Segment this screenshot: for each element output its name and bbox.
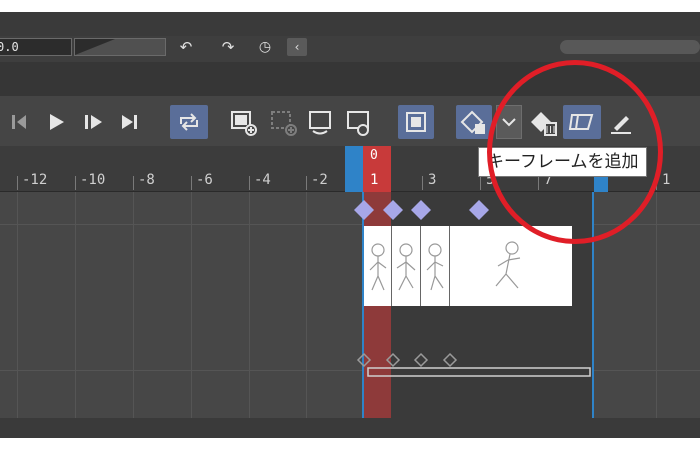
- scrollbar[interactable]: [560, 40, 700, 54]
- playhead-header[interactable]: 0 1: [363, 146, 391, 192]
- keyframe-diamond: [469, 200, 489, 220]
- ruler-tick: [422, 176, 423, 190]
- ruler-tick: [75, 176, 76, 190]
- timeline-window: 0.0 ↶ ↷ ◷ ‹ 0 1 -12 -10 -8 -6 -4 -2 3 5 …: [0, 0, 700, 450]
- time-input-field[interactable]: 0.0: [0, 38, 72, 56]
- ruler-tick: [480, 176, 481, 190]
- timer-icon[interactable]: ◷: [255, 37, 275, 57]
- timeline-footer: [0, 418, 700, 438]
- time-input-value: 0.0: [0, 40, 19, 54]
- range-keyframe-small: [413, 352, 429, 368]
- highlight-circle: [487, 60, 663, 244]
- ruler-tick: [133, 176, 134, 190]
- ruler-label: -6: [196, 172, 213, 188]
- play-icon[interactable]: [44, 110, 68, 134]
- next-frame-icon[interactable]: [82, 110, 106, 134]
- zoom-slider[interactable]: [74, 38, 166, 56]
- thumbnail-frame[interactable]: [392, 226, 421, 306]
- loop-icon[interactable]: [170, 105, 208, 139]
- range-keyframe-small: [442, 352, 458, 368]
- playhead-marker-label: 0: [370, 148, 378, 163]
- blue-marker: [345, 146, 363, 192]
- thumbnail-strip[interactable]: [364, 226, 572, 306]
- range-keyframe-small: [385, 352, 401, 368]
- cel-b-icon[interactable]: [344, 108, 374, 138]
- ruler-label: -12: [22, 172, 48, 188]
- prev-frame-icon[interactable]: [8, 110, 32, 134]
- range-keyframe-small: [356, 352, 372, 368]
- last-frame-icon[interactable]: [118, 110, 142, 134]
- keyframe-diamond: [383, 200, 403, 220]
- ruler-tick: [191, 176, 192, 190]
- ruler-label: 1: [662, 172, 671, 188]
- undo-icon[interactable]: ↶: [176, 38, 196, 56]
- thumbnail-frame[interactable]: [421, 226, 450, 306]
- ruler-label: -4: [254, 172, 271, 188]
- zoom-slider-ramp: [75, 39, 165, 55]
- walking-figure-icon: [396, 243, 416, 291]
- ruler-tick: [306, 176, 307, 190]
- ruler-label: -10: [80, 172, 106, 188]
- ruler-label: -8: [138, 172, 155, 188]
- thumbnail-frame[interactable]: [364, 226, 392, 306]
- range-bar: [367, 367, 591, 377]
- collapse-icon[interactable]: ‹: [287, 38, 307, 56]
- cel-a-icon[interactable]: [306, 108, 336, 138]
- delete-cel-icon[interactable]: [268, 108, 298, 138]
- keyframe-diamond: [354, 200, 374, 220]
- ruler-label: -2: [311, 172, 328, 188]
- walking-figure-icon: [369, 243, 387, 291]
- onion-skin-icon[interactable]: [398, 105, 434, 139]
- keyframe-toggle-icon[interactable]: [456, 105, 492, 139]
- walking-figure-icon: [426, 243, 444, 291]
- ruler-tick: [17, 176, 18, 190]
- ruler-tick: [249, 176, 250, 190]
- ruler-label: 3: [428, 172, 437, 188]
- playhead-frame-label: 1: [370, 172, 379, 188]
- redo-icon[interactable]: ↷: [218, 38, 238, 56]
- new-cel-icon[interactable]: [228, 108, 258, 138]
- keyframe-diamond: [411, 200, 431, 220]
